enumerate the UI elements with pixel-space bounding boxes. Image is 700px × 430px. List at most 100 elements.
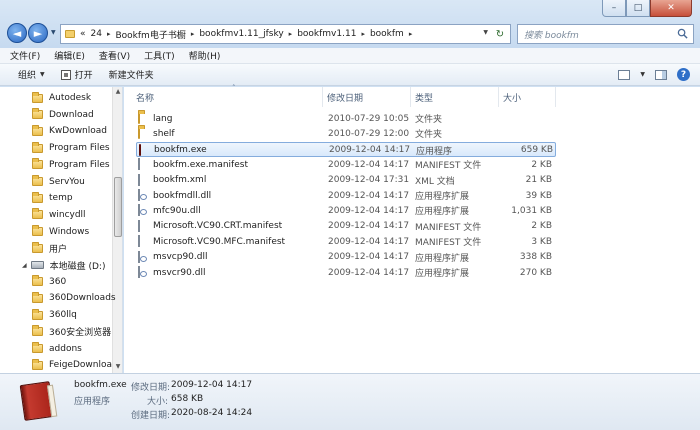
drive-icon [30,261,44,269]
menu-view[interactable]: 查看(V) [99,49,130,62]
file-row[interactable]: bookfm.exe 2009-12-04 14:17 应用程序 659 KB [136,141,556,157]
file-row[interactable]: bookfm.xml 2009-12-04 17:31 XML 文档 21 KB [136,173,556,188]
file-type: MANIFEST 文件 [415,222,482,233]
nav-folder-item[interactable]: temp [32,190,73,206]
nav-folder-item[interactable]: Program Files [32,157,110,173]
file-size: 270 KB [519,267,552,278]
folder-icon [32,275,43,287]
breadcrumb-separator[interactable]: ▸ [107,30,111,38]
change-view-icon[interactable] [618,69,631,80]
breadcrumb-item[interactable]: Bookfm电子书橱 [115,28,185,41]
file-row[interactable]: msvcp90.dll 2009-12-04 14:17 应用程序扩展 338 KB [136,250,556,265]
file-name: mfc90u.dll [153,205,201,216]
nav-folder-item[interactable]: addons [32,341,82,357]
organize-button[interactable]: 组织 ▼ [18,68,45,81]
folder-icon [138,127,140,140]
file-row[interactable]: mfc90u.dll 2009-12-04 14:17 应用程序扩展 1,031 KB [136,203,556,218]
nav-item-label: wincydll [49,209,86,220]
close-button[interactable]: ✕ [650,0,692,17]
file-date: 2009-12-04 14:17 [328,252,410,263]
refresh-icon[interactable]: ↻ [492,26,508,42]
folder-icon [32,291,43,303]
nav-folder-item[interactable]: 360 [32,274,66,290]
file-date: 2009-12-04 14:17 [328,236,410,247]
preview-pane-icon[interactable] [655,69,667,80]
file-row[interactable]: lang 2010-07-29 10:05 文件夹 [136,111,556,126]
file-row[interactable]: bookfm.exe.manifest 2009-12-04 14:17 MANIF… [136,157,556,172]
maximize-button[interactable]: □ [626,0,650,17]
breadcrumb-overflow[interactable]: « [80,29,86,39]
icon-shape [138,235,140,248]
column-header-name[interactable]: 名称 ˄ [132,84,323,107]
file-row[interactable]: Microsoft.VC90.MFC.manifest 2009-12-04 14… [136,234,556,249]
scroll-up-arrow[interactable]: ▲ [114,88,122,97]
nav-item-label: temp [49,193,73,204]
back-button[interactable]: ◄ [7,23,27,43]
view-options-chevron-icon[interactable]: ▼ [640,71,645,78]
nav-folder-item[interactable]: KwDownload [32,123,107,139]
forward-button[interactable]: ► [28,23,48,43]
address-history-dropdown[interactable]: ▼ [483,29,488,36]
folder-icon [32,91,43,103]
file-size: 39 KB [525,190,552,201]
menu-file[interactable]: 文件(F) [10,49,40,62]
window-controls: – □ ✕ [602,0,692,17]
expand-triangle-icon[interactable]: ◢ [22,262,27,269]
nav-item-label: 360llq [49,310,77,321]
minimize-button[interactable]: – [602,0,626,17]
file-row[interactable]: Microsoft.VC90.CRT.manifest 2009-12-04 14… [136,219,556,234]
column-header-size[interactable]: 大小 [499,87,556,107]
breadcrumb-separator[interactable]: ▸ [191,30,195,38]
nav-folder-item[interactable]: 360Downloads [32,290,116,306]
file-size: 21 KB [525,175,552,186]
icon-shape [138,266,140,278]
nav-folder-item[interactable]: 360安全浏览器 [32,324,111,340]
nav-folder-item[interactable]: Download [32,107,94,123]
file-type: 文件夹 [415,115,443,125]
file-date: 2009-12-04 14:17 [329,145,411,156]
document-icon [138,173,140,186]
explorer-window: – □ ✕ ◄ ► ▼ « 24 ▸ Bookfm电子书橱 ▸ bookfmv1… [0,0,700,430]
details-modified-value: 2009-12-04 14:17 [171,380,253,390]
folder-icon [32,308,43,320]
nav-folder-item[interactable]: Program Files [32,140,110,156]
file-row[interactable]: bookfmdll.dll 2009-12-04 14:17 应用程序扩展 39 KB [136,188,556,203]
file-row[interactable]: msvcr90.dll 2009-12-04 14:17 应用程序扩展 270 KB [136,265,556,280]
open-button[interactable]: 打开 [60,68,93,81]
nav-folder-item[interactable]: wincydll [32,207,86,223]
search-icon[interactable] [677,28,688,39]
breadcrumb-item[interactable]: 24 [91,29,102,39]
breadcrumb-item[interactable]: bookfmv1.11_jfsky [199,29,283,39]
file-name: bookfm.exe [154,145,207,156]
nav-scrollbar[interactable]: ▲ ▼ [112,87,122,373]
nav-drive-item[interactable]: ◢ 本地磁盘 (D:) [22,257,105,273]
breadcrumb-separator[interactable]: ▸ [409,30,413,38]
file-row[interactable]: shelf 2010-07-29 12:00 文件夹 [136,126,556,141]
new-folder-button[interactable]: 新建文件夹 [109,68,154,81]
scroll-down-arrow[interactable]: ▼ [114,363,122,372]
nav-folder-item[interactable]: FeigeDownloa [32,357,112,373]
address-bar[interactable]: « 24 ▸ Bookfm电子书橱 ▸ bookfmv1.11_jfsky ▸ … [60,24,511,44]
column-header-type[interactable]: 类型 [411,87,499,107]
search-input[interactable]: 搜索 bookfm [517,24,694,44]
scroll-thumb[interactable] [114,177,122,237]
breadcrumb-item[interactable]: bookfmv1.11 [297,29,356,39]
breadcrumb-item[interactable]: bookfm [370,29,404,39]
nav-folder-item[interactable]: 360llq [32,307,77,323]
menu-help[interactable]: 帮助(H) [189,49,221,62]
breadcrumb-separator[interactable]: ▸ [289,30,293,38]
menu-edit[interactable]: 编辑(E) [54,49,85,62]
book-app-icon [19,381,55,421]
nav-folder-item[interactable]: ServYou [32,174,85,190]
recent-pages-dropdown[interactable]: ▼ [51,29,56,36]
details-file-name: bookfm.exe [74,380,127,390]
breadcrumb-separator[interactable]: ▸ [361,30,365,38]
menu-tools[interactable]: 工具(T) [144,49,175,62]
file-date: 2009-12-04 14:17 [328,190,410,201]
column-header-date[interactable]: 修改日期 [323,87,411,107]
nav-folder-item[interactable]: 用户 [32,240,67,256]
nav-folder-item[interactable]: Autodesk [32,90,91,106]
help-icon[interactable]: ? [677,68,690,81]
file-type: 应用程序扩展 [415,207,470,218]
nav-folder-item[interactable]: Windows [32,224,89,240]
